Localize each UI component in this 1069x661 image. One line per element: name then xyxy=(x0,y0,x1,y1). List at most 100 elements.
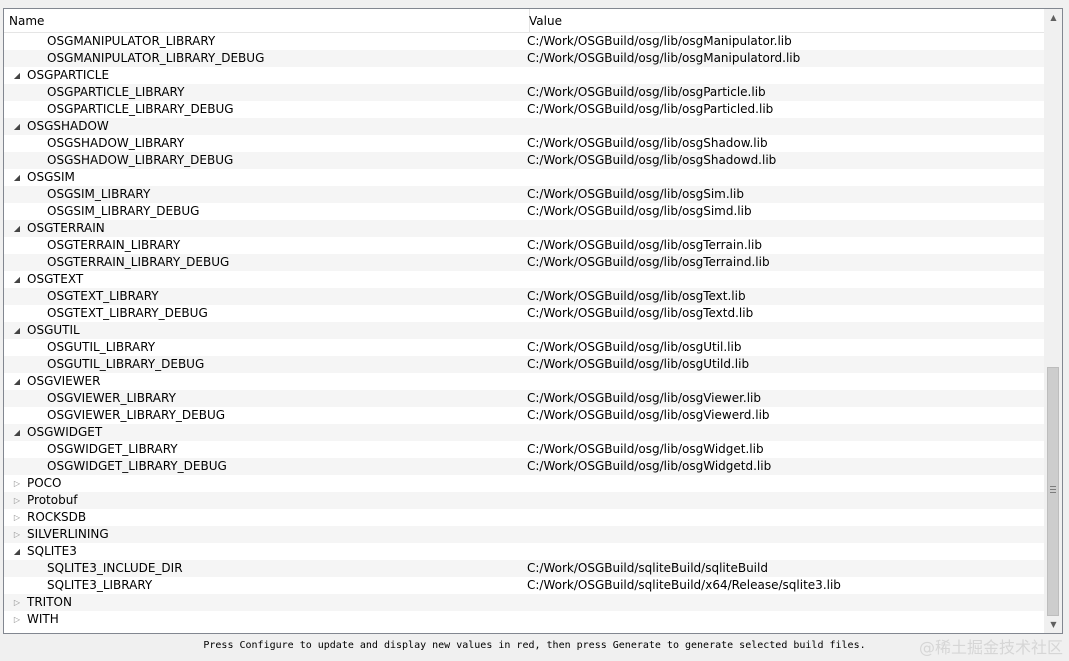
entry-value[interactable]: C:/Work/OSGBuild/osg/lib/osgUtild.lib xyxy=(527,356,749,373)
collapsed-arrow-icon[interactable]: ▷ xyxy=(12,492,22,509)
entry-name: OSGPARTICLE_LIBRARY_DEBUG xyxy=(47,102,234,116)
group-name: OSGTERRAIN xyxy=(27,221,105,235)
expanded-arrow-icon[interactable]: ◢ xyxy=(12,271,22,288)
scroll-up-arrow-icon[interactable]: ▲ xyxy=(1045,9,1062,26)
tree-entry-row[interactable]: OSGMANIPULATOR_LIBRARY C:/Work/OSGBuild/o… xyxy=(4,33,1045,50)
tree-entry-row[interactable]: OSGSIM_LIBRARY_DEBUG C:/Work/OSGBuild/osg… xyxy=(4,203,1045,220)
collapsed-arrow-icon[interactable]: ▷ xyxy=(12,509,22,526)
tree-group-row[interactable]: ▷ ROCKSDB xyxy=(4,509,1045,526)
expanded-arrow-icon[interactable]: ◢ xyxy=(12,169,22,186)
tree-entry-row[interactable]: OSGSIM_LIBRARY C:/Work/OSGBuild/osg/lib/o… xyxy=(4,186,1045,203)
tree-group-row[interactable]: ◢ OSGVIEWER xyxy=(4,373,1045,390)
tree-group-row[interactable]: ◢ OSGSIM xyxy=(4,169,1045,186)
tree-entry-row[interactable]: OSGVIEWER_LIBRARY_DEBUG C:/Work/OSGBuild/… xyxy=(4,407,1045,424)
entry-value[interactable]: C:/Work/OSGBuild/osg/lib/osgWidgetd.lib xyxy=(527,458,771,475)
entry-value[interactable]: C:/Work/OSGBuild/osg/lib/osgManipulator.… xyxy=(527,33,792,50)
entry-name: OSGUTIL_LIBRARY_DEBUG xyxy=(47,357,205,371)
expanded-arrow-icon[interactable]: ◢ xyxy=(12,220,22,237)
tree-group-row[interactable]: ◢ SQLITE3 xyxy=(4,543,1045,560)
tree-entry-row[interactable]: OSGTEXT_LIBRARY C:/Work/OSGBuild/osg/lib/… xyxy=(4,288,1045,305)
tree-entry-row[interactable]: OSGSHADOW_LIBRARY_DEBUG C:/Work/OSGBuild/… xyxy=(4,152,1045,169)
tree-group-row[interactable]: ◢ OSGSHADOW xyxy=(4,118,1045,135)
cache-variables-tree[interactable]: Name Value OSGMANIPULATOR_LIBRARY C:/Work… xyxy=(3,8,1063,634)
collapsed-arrow-icon[interactable]: ▷ xyxy=(12,475,22,492)
expanded-arrow-icon[interactable]: ◢ xyxy=(12,373,22,390)
column-header-name[interactable]: Name xyxy=(4,9,530,32)
scrollbar-grip-icon xyxy=(1050,486,1056,494)
tree-entry-row[interactable]: OSGTERRAIN_LIBRARY C:/Work/OSGBuild/osg/l… xyxy=(4,237,1045,254)
entry-name: OSGVIEWER_LIBRARY xyxy=(47,391,176,405)
tree-group-row[interactable]: ◢ OSGWIDGET xyxy=(4,424,1045,441)
column-header-value[interactable]: Value xyxy=(524,9,1045,32)
scroll-down-arrow-icon[interactable]: ▼ xyxy=(1045,616,1062,633)
tree-group-row[interactable]: ◢ OSGTEXT xyxy=(4,271,1045,288)
status-text: Press Configure to update and display ne… xyxy=(203,640,866,651)
tree-entry-row[interactable]: OSGTEXT_LIBRARY_DEBUG C:/Work/OSGBuild/os… xyxy=(4,305,1045,322)
vertical-scrollbar[interactable]: ▲ ▼ xyxy=(1044,9,1062,633)
group-name: SILVERLINING xyxy=(27,527,109,541)
entry-value[interactable]: C:/Work/OSGBuild/osg/lib/osgShadowd.lib xyxy=(527,152,776,169)
tree-group-row[interactable]: ◢ OSGUTIL xyxy=(4,322,1045,339)
tree-entry-row[interactable]: OSGWIDGET_LIBRARY C:/Work/OSGBuild/osg/li… xyxy=(4,441,1045,458)
entry-value[interactable]: C:/Work/OSGBuild/osg/lib/osgSim.lib xyxy=(527,186,744,203)
entry-value[interactable]: C:/Work/OSGBuild/sqliteBuild/x64/Release… xyxy=(527,577,841,594)
collapsed-arrow-icon[interactable]: ▷ xyxy=(12,526,22,543)
group-name: ROCKSDB xyxy=(27,510,87,524)
tree-entry-row[interactable]: OSGTERRAIN_LIBRARY_DEBUG C:/Work/OSGBuild… xyxy=(4,254,1045,271)
entry-value[interactable]: C:/Work/OSGBuild/sqliteBuild/sqliteBuild xyxy=(527,560,768,577)
group-name: Protobuf xyxy=(27,493,78,507)
tree-group-row[interactable]: ◢ OSGTERRAIN xyxy=(4,220,1045,237)
tree-group-row[interactable]: ▷ SILVERLINING xyxy=(4,526,1045,543)
entry-value[interactable]: C:/Work/OSGBuild/osg/lib/osgViewerd.lib xyxy=(527,407,770,424)
tree-entry-row[interactable]: OSGPARTICLE_LIBRARY C:/Work/OSGBuild/osg/… xyxy=(4,84,1045,101)
entry-name: OSGTERRAIN_LIBRARY xyxy=(47,238,181,252)
expanded-arrow-icon[interactable]: ◢ xyxy=(12,322,22,339)
entry-name: OSGWIDGET_LIBRARY xyxy=(47,442,178,456)
expanded-arrow-icon[interactable]: ◢ xyxy=(12,118,22,135)
expanded-arrow-icon[interactable]: ◢ xyxy=(12,543,22,560)
watermark: @稀土掘金技术社区 xyxy=(918,638,1063,657)
tree-group-row[interactable]: ▷ Protobuf xyxy=(4,492,1045,509)
collapsed-arrow-icon[interactable]: ▷ xyxy=(12,611,22,628)
expanded-arrow-icon[interactable]: ◢ xyxy=(12,67,22,84)
tree-group-row[interactable]: ▷ TRITON xyxy=(4,594,1045,611)
tree-entry-row[interactable]: OSGUTIL_LIBRARY C:/Work/OSGBuild/osg/lib/… xyxy=(4,339,1045,356)
entry-value[interactable]: C:/Work/OSGBuild/osg/lib/osgViewer.lib xyxy=(527,390,761,407)
tree-entry-row[interactable]: OSGUTIL_LIBRARY_DEBUG C:/Work/OSGBuild/os… xyxy=(4,356,1045,373)
entry-value[interactable]: C:/Work/OSGBuild/osg/lib/osgUtil.lib xyxy=(527,339,741,356)
entry-name: SQLITE3_LIBRARY xyxy=(47,578,153,592)
entry-name: OSGTERRAIN_LIBRARY_DEBUG xyxy=(47,255,230,269)
group-name: WITH xyxy=(27,612,59,626)
entry-name: OSGVIEWER_LIBRARY_DEBUG xyxy=(47,408,226,422)
group-name: OSGTEXT xyxy=(27,272,84,286)
tree-group-row[interactable]: ▷ POCO xyxy=(4,475,1045,492)
group-name: SQLITE3 xyxy=(27,544,77,558)
expanded-arrow-icon[interactable]: ◢ xyxy=(12,424,22,441)
entry-value[interactable]: C:/Work/OSGBuild/osg/lib/osgText.lib xyxy=(527,288,746,305)
entry-name: OSGTEXT_LIBRARY_DEBUG xyxy=(47,306,208,320)
group-name: OSGUTIL xyxy=(27,323,80,337)
group-name: OSGPARTICLE xyxy=(27,68,110,82)
tree-entry-row[interactable]: SQLITE3_LIBRARY C:/Work/OSGBuild/sqliteBu… xyxy=(4,577,1045,594)
entry-value[interactable]: C:/Work/OSGBuild/osg/lib/osgTerrain.lib xyxy=(527,237,762,254)
tree-entry-row[interactable]: OSGMANIPULATOR_LIBRARY_DEBUG C:/Work/OSGB… xyxy=(4,50,1045,67)
tree-entry-row[interactable]: OSGVIEWER_LIBRARY C:/Work/OSGBuild/osg/li… xyxy=(4,390,1045,407)
entry-value[interactable]: C:/Work/OSGBuild/osg/lib/osgTextd.lib xyxy=(527,305,753,322)
tree-entry-row[interactable]: OSGWIDGET_LIBRARY_DEBUG C:/Work/OSGBuild/… xyxy=(4,458,1045,475)
scrollbar-thumb[interactable] xyxy=(1047,367,1059,616)
tree-group-row[interactable]: ▷ WITH xyxy=(4,611,1045,628)
tree-entry-row[interactable]: OSGPARTICLE_LIBRARY_DEBUG C:/Work/OSGBuil… xyxy=(4,101,1045,118)
entry-value[interactable]: C:/Work/OSGBuild/osg/lib/osgShadow.lib xyxy=(527,135,768,152)
tree-entry-row[interactable]: OSGSHADOW_LIBRARY C:/Work/OSGBuild/osg/li… xyxy=(4,135,1045,152)
entry-value[interactable]: C:/Work/OSGBuild/osg/lib/osgParticle.lib xyxy=(527,84,766,101)
tree-entry-row[interactable]: SQLITE3_INCLUDE_DIR C:/Work/OSGBuild/sqli… xyxy=(4,560,1045,577)
collapsed-arrow-icon[interactable]: ▷ xyxy=(12,594,22,611)
tree-group-row[interactable]: ◢ OSGPARTICLE xyxy=(4,67,1045,84)
entry-value[interactable]: C:/Work/OSGBuild/osg/lib/osgSimd.lib xyxy=(527,203,752,220)
entry-value[interactable]: C:/Work/OSGBuild/osg/lib/osgManipulatord… xyxy=(527,50,800,67)
entry-value[interactable]: C:/Work/OSGBuild/osg/lib/osgWidget.lib xyxy=(527,441,764,458)
entry-name: OSGSHADOW_LIBRARY_DEBUG xyxy=(47,153,234,167)
group-name: POCO xyxy=(27,476,62,490)
entry-value[interactable]: C:/Work/OSGBuild/osg/lib/osgTerraind.lib xyxy=(527,254,770,271)
entry-value[interactable]: C:/Work/OSGBuild/osg/lib/osgParticled.li… xyxy=(527,101,773,118)
